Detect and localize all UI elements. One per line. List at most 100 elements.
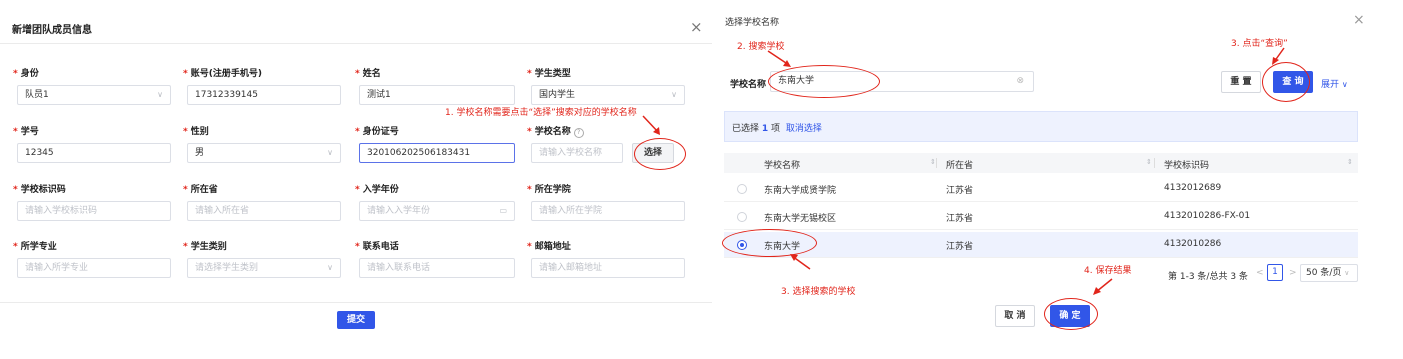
row-radio[interactable] xyxy=(737,184,747,194)
field-value: 320106202506183431 xyxy=(367,148,471,158)
province-cell: 江苏省 xyxy=(946,242,974,252)
form-label-text: 学校标识码 xyxy=(20,185,66,195)
form-label: * 身份 xyxy=(13,66,39,79)
form-field[interactable]: 队员1 ∨ xyxy=(17,85,171,105)
form-label-text: 所在学院 xyxy=(534,185,571,195)
member-dialog: 新增团队成员信息 × * 身份 队员1 ∨ * 账号(注册手机号) 17312339145 *… xyxy=(0,0,712,359)
form-label-text: 学生类型 xyxy=(534,69,571,79)
cancel-selection-link[interactable]: 取消选择 xyxy=(786,124,822,134)
header-divider xyxy=(0,43,712,44)
form-label-text: 入学年份 xyxy=(362,185,399,195)
annotation-choose-school: 3. 选择搜索的学校 xyxy=(781,287,856,297)
field-value: 男 xyxy=(195,148,205,158)
table-row[interactable]: 东南大学无锡校区 江苏省 4132010286-FX-01 xyxy=(724,204,1358,230)
help-icon[interactable]: ? xyxy=(573,128,584,138)
column-divider xyxy=(1154,158,1155,168)
cancel-button[interactable]: 取 消 xyxy=(995,305,1035,327)
form-label: * 姓名 xyxy=(355,66,381,79)
field-placeholder: 请输入学校标识码 xyxy=(25,206,98,216)
page-number-current[interactable]: 1 xyxy=(1267,264,1283,281)
member-dialog-title: 新增团队成员信息 xyxy=(12,25,92,36)
form-field[interactable]: 请输入联系电话 xyxy=(359,258,515,278)
close-icon[interactable]: × xyxy=(690,18,703,36)
sort-icon[interactable]: ⇕ xyxy=(1146,158,1152,166)
column-header-code[interactable]: 学校标识码 xyxy=(1164,158,1209,171)
form-field[interactable]: 请输入所学专业 xyxy=(17,258,171,278)
form-field[interactable]: 请输入邮箱地址 xyxy=(531,258,685,278)
chevron-down-icon: ∨ xyxy=(671,90,677,99)
form-label-text: 姓名 xyxy=(362,69,381,79)
form-label-text: 联系电话 xyxy=(362,242,399,252)
required-marker: * xyxy=(527,242,532,252)
clear-icon[interactable]: ⊗ xyxy=(1016,72,1024,90)
required-marker: * xyxy=(13,69,18,79)
column-header-school[interactable]: 学校名称 xyxy=(764,158,800,171)
required-marker: * xyxy=(13,127,18,137)
form-field[interactable]: 请输入所在学院 xyxy=(531,201,685,221)
form-field[interactable]: 17312339145 xyxy=(187,85,341,105)
selection-prefix: 已选择 xyxy=(732,124,760,134)
field-placeholder: 请输入所学专业 xyxy=(25,263,89,273)
required-marker: * xyxy=(13,185,18,195)
column-divider xyxy=(936,158,937,168)
selection-text: 已选择 1 项 取消选择 xyxy=(732,121,822,134)
page-size-value: 50 条/页 xyxy=(1306,268,1342,278)
annotation-circle-query xyxy=(1262,62,1310,102)
pagination-summary: 第 1-3 条/总共 3 条 xyxy=(1168,272,1248,282)
table-header: 学校名称 ⇕ 所在省 ⇕ 学校标识码 ⇕ xyxy=(724,153,1358,173)
calendar-icon: ▭ xyxy=(499,206,507,215)
chevron-down-icon: ∨ xyxy=(1344,269,1350,277)
form-label: * 联系电话 xyxy=(355,239,399,252)
table-row[interactable]: 东南大学 江苏省 4132010286 xyxy=(724,232,1358,258)
field-placeholder: 请输入联系电话 xyxy=(367,263,431,273)
form-field[interactable]: 请输入学校标识码 xyxy=(17,201,171,221)
field-placeholder: 请输入邮箱地址 xyxy=(539,263,603,273)
row-radio[interactable] xyxy=(737,212,747,222)
form-label: * 性别 xyxy=(183,124,209,137)
form-field[interactable]: 请选择学生类别 ∨ xyxy=(187,258,341,278)
required-marker: * xyxy=(355,185,360,195)
field-value: 测试1 xyxy=(367,90,391,100)
form-label: * 学生类别 xyxy=(183,239,227,252)
form-field[interactable]: 请输入所在省 xyxy=(187,201,341,221)
page-prev-icon[interactable]: < xyxy=(1256,268,1264,278)
table-row[interactable]: 东南大学成贤学院 江苏省 4132012689 xyxy=(724,176,1358,202)
column-header-province[interactable]: 所在省 xyxy=(946,158,973,171)
field-placeholder: 请输入所在省 xyxy=(195,206,250,216)
field-value: 17312339145 xyxy=(195,90,258,100)
form-label-text: 身份证号 xyxy=(362,127,399,137)
chevron-down-icon: ∨ xyxy=(327,148,333,157)
close-icon[interactable]: × xyxy=(1353,12,1365,28)
sort-icon[interactable]: ⇕ xyxy=(930,158,936,166)
form-label: * 身份证号 xyxy=(355,124,399,137)
form-field[interactable]: 男 ∨ xyxy=(187,143,341,163)
form-label: * 学校名称? xyxy=(527,124,584,138)
expand-link[interactable]: 展开 ∨ xyxy=(1321,77,1348,90)
field-value: 国内学生 xyxy=(539,90,576,100)
required-marker: * xyxy=(13,242,18,252)
annotation-circle-select xyxy=(634,138,686,170)
form-field[interactable]: 测试1 xyxy=(359,85,515,105)
footer-divider xyxy=(0,302,712,303)
required-marker: * xyxy=(183,242,188,252)
arrow-annotation-icon xyxy=(642,115,660,135)
selection-count: 1 xyxy=(761,124,769,134)
sort-icon[interactable]: ⇕ xyxy=(1347,158,1353,166)
form-field[interactable]: 请输入学校名称 xyxy=(531,143,623,163)
field-placeholder: 请输入所在学院 xyxy=(539,206,603,216)
form-label-text: 账号(注册手机号) xyxy=(190,69,262,79)
form-label: * 入学年份 xyxy=(355,182,399,195)
form-label: * 所在省 xyxy=(183,182,218,195)
form-field[interactable]: 12345 xyxy=(17,143,171,163)
form-field[interactable]: 320106202506183431 xyxy=(359,143,515,163)
page-size-select[interactable]: 50 条/页 ∨ xyxy=(1300,264,1358,282)
reset-button[interactable]: 重 置 xyxy=(1221,71,1261,93)
form-field[interactable]: 请输入入学年份 ▭ xyxy=(359,201,515,221)
required-marker: * xyxy=(183,69,188,79)
form-field[interactable]: 国内学生 ∨ xyxy=(531,85,685,105)
submit-button[interactable]: 提交 xyxy=(337,311,375,329)
school-code-cell: 4132010286-FX-01 xyxy=(1164,211,1251,221)
form-label: * 邮箱地址 xyxy=(527,239,571,252)
chevron-down-icon: ∨ xyxy=(157,90,163,99)
page-next-icon[interactable]: > xyxy=(1289,268,1297,278)
